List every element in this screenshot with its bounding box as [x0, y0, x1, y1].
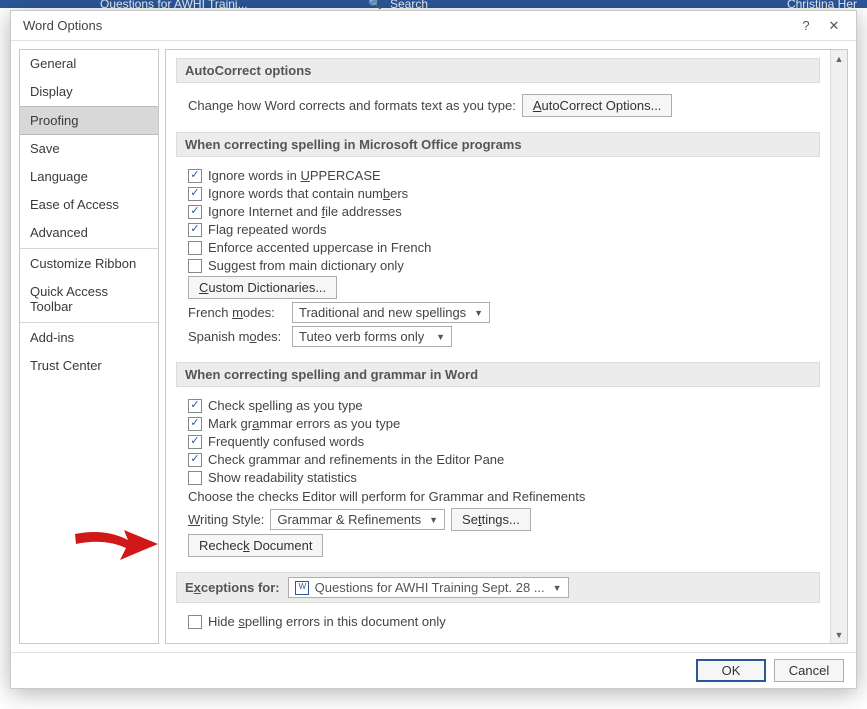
cancel-button[interactable]: Cancel	[774, 659, 844, 682]
label-main-dict: Suggest from main dictionary only	[208, 258, 404, 273]
label-readability: Show readability statistics	[208, 470, 357, 485]
spanish-modes-label: Spanish modes:	[188, 329, 286, 344]
label-french-accent: Enforce accented uppercase in French	[208, 240, 431, 255]
label-flag-repeated: Flag repeated words	[208, 222, 327, 237]
chevron-down-icon: ▼	[474, 308, 483, 318]
search-icon: 🔍	[368, 0, 382, 10]
choose-checks-note: Choose the checks Editor will perform fo…	[188, 489, 812, 504]
autocorrect-options-button[interactable]: AutoCorrect Options...	[522, 94, 673, 117]
help-button[interactable]: ?	[792, 13, 820, 39]
nav-trust-center[interactable]: Trust Center	[20, 352, 158, 380]
chevron-down-icon: ▼	[553, 583, 562, 593]
dialog-titlebar: Word Options ? ✕	[11, 11, 856, 41]
close-button[interactable]: ✕	[820, 13, 848, 39]
section-office-spell-header: When correcting spelling in Microsoft Of…	[176, 132, 820, 157]
writing-style-label: Writing Style:	[188, 512, 264, 527]
word-doc-icon	[295, 581, 309, 595]
label-confused-words: Frequently confused words	[208, 434, 364, 449]
label-ignore-uppercase: Ignore words in UPPERCASE	[208, 168, 381, 183]
word-options-dialog: Word Options ? ✕ General Display Proofin…	[10, 10, 857, 689]
custom-dictionaries-button[interactable]: Custom Dictionaries...	[188, 276, 337, 299]
checkbox-ignore-internet[interactable]	[188, 205, 202, 219]
checkbox-ignore-uppercase[interactable]	[188, 169, 202, 183]
settings-button[interactable]: Settings...	[451, 508, 531, 531]
nav-customize-ribbon[interactable]: Customize Ribbon	[20, 250, 158, 278]
nav-quick-access-toolbar[interactable]: Quick Access Toolbar	[20, 278, 158, 321]
checkbox-grammar-editor[interactable]	[188, 453, 202, 467]
checkbox-ignore-numbers[interactable]	[188, 187, 202, 201]
section-word-spell-header: When correcting spelling and grammar in …	[176, 362, 820, 387]
nav-display[interactable]: Display	[20, 78, 158, 106]
checkbox-readability[interactable]	[188, 471, 202, 485]
nav-advanced[interactable]: Advanced	[20, 219, 158, 247]
nav-proofing[interactable]: Proofing	[20, 106, 158, 135]
writing-style-combo[interactable]: Grammar & Refinements▼	[270, 509, 445, 530]
section-exceptions-header: Exceptions for: Questions for AWHI Train…	[176, 572, 820, 603]
scroll-down-icon[interactable]: ▼	[831, 626, 847, 643]
label-ignore-numbers: Ignore words that contain numbers	[208, 186, 408, 201]
section-autocorrect-header: AutoCorrect options	[176, 58, 820, 83]
label-ignore-internet: Ignore Internet and file addresses	[208, 204, 402, 219]
recheck-document-button[interactable]: Recheck Document	[188, 534, 323, 557]
checkbox-main-dict[interactable]	[188, 259, 202, 273]
options-side-nav: General Display Proofing Save Language E…	[19, 49, 159, 644]
french-modes-label: French modes:	[188, 305, 286, 320]
dialog-title: Word Options	[23, 18, 792, 33]
checkbox-flag-repeated[interactable]	[188, 223, 202, 237]
label-check-spelling: Check spelling as you type	[208, 398, 363, 413]
checkbox-check-spelling[interactable]	[188, 399, 202, 413]
checkbox-hide-spelling[interactable]	[188, 615, 202, 629]
nav-add-ins[interactable]: Add-ins	[20, 324, 158, 352]
scroll-up-icon[interactable]: ▲	[831, 50, 847, 67]
autocorrect-desc: Change how Word corrects and formats tex…	[188, 98, 516, 113]
label-grammar-editor: Check grammar and refinements in the Edi…	[208, 452, 504, 467]
checkbox-mark-grammar[interactable]	[188, 417, 202, 431]
options-content: AutoCorrect options Change how Word corr…	[166, 50, 830, 643]
exceptions-doc-combo[interactable]: Questions for AWHI Training Sept. 28 ...…	[288, 577, 569, 598]
label-mark-grammar: Mark grammar errors as you type	[208, 416, 400, 431]
nav-ease-of-access[interactable]: Ease of Access	[20, 191, 158, 219]
ok-button[interactable]: OK	[696, 659, 766, 682]
vertical-scrollbar[interactable]: ▲ ▼	[830, 50, 847, 643]
chevron-down-icon: ▼	[429, 515, 438, 525]
nav-save[interactable]: Save	[20, 135, 158, 163]
chevron-down-icon: ▼	[436, 332, 445, 342]
checkbox-french-accent[interactable]	[188, 241, 202, 255]
checkbox-confused-words[interactable]	[188, 435, 202, 449]
nav-language[interactable]: Language	[20, 163, 158, 191]
nav-general[interactable]: General	[20, 50, 158, 78]
dialog-footer: OK Cancel	[11, 652, 856, 688]
label-hide-spelling: Hide spelling errors in this document on…	[208, 614, 446, 629]
spanish-modes-combo[interactable]: Tuteo verb forms only▼	[292, 326, 452, 347]
french-modes-combo[interactable]: Traditional and new spellings▼	[292, 302, 490, 323]
